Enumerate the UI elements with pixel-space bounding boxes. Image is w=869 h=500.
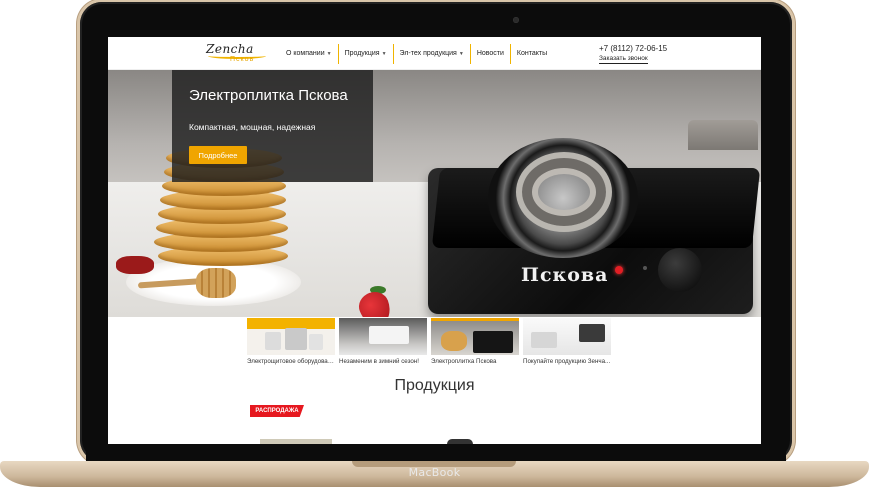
laptop-mockup: MacBook Zencha Псков О компании ▼ Продукц… (0, 0, 869, 500)
hero-caption: Электроплитка Пскова Компактная, мощная,… (172, 70, 373, 182)
honey-dipper-image (196, 268, 236, 298)
thumbnail-3[interactable]: Электроплитка Пскова (431, 318, 519, 368)
coil-icon (516, 152, 612, 232)
thumbnail-label: Электрощитовое оборудован... (247, 358, 335, 365)
thumbnail-label: Незаменим в зимний сезон! (339, 358, 419, 365)
thumbnail-image (339, 318, 427, 355)
logo-subtext: Псков (230, 56, 255, 63)
thumbnail-image (431, 318, 519, 355)
sale-badge: РАСПРОДАЖА (250, 405, 304, 417)
site-logo[interactable]: Zencha Псков (206, 42, 270, 66)
thumbnail-label: Электроплитка Пскова (431, 358, 497, 365)
thumbnail-2[interactable]: Незаменим в зимний сезон! (339, 318, 427, 368)
product-card-peek[interactable] (260, 439, 332, 444)
hero-subtitle: Компактная, мощная, надежная (189, 122, 316, 132)
nav-item-contacts[interactable]: Контакты (509, 43, 553, 64)
screen: Zencha Псков О компании ▼ Продукция ▼ Эл-т… (108, 37, 761, 444)
knob-icon (658, 248, 702, 292)
indicator-dot (643, 266, 647, 270)
nav-item-about[interactable]: О компании ▼ (280, 44, 338, 64)
camera-icon (513, 17, 519, 23)
slider-thumbnails: Электрощитовое оборудован... Незаменим в… (247, 318, 611, 368)
device-label: MacBook (408, 466, 461, 479)
products-heading: Продукция (394, 377, 475, 394)
thumbnail-image (247, 318, 335, 355)
nav-item-news[interactable]: Новости (469, 43, 510, 64)
chevron-down-icon: ▼ (381, 50, 387, 57)
power-led-icon (615, 266, 623, 274)
more-button[interactable]: Подробнее (189, 146, 247, 164)
thumbnail-1[interactable]: Электрощитовое оборудован... (247, 318, 335, 368)
phone-number[interactable]: +7 (8112) 72-06-15 (599, 44, 667, 53)
callback-link[interactable]: Заказать звонок (599, 55, 648, 64)
stove-brand-text: Пскова (521, 264, 609, 286)
thumbnail-label: Покупайте продукцию Зенча... (523, 358, 611, 365)
thumbnail-4[interactable]: Покупайте продукцию Зенча... (523, 318, 611, 368)
main-nav: О компании ▼ Продукция ▼ Эл-тех продукция ▼… (280, 37, 553, 70)
chevron-down-icon: ▼ (458, 50, 464, 57)
hero-title: Электроплитка Пскова (189, 87, 348, 104)
product-card-peek[interactable] (447, 439, 473, 444)
site-header: Zencha Псков О компании ▼ Продукция ▼ Эл-т… (108, 37, 761, 70)
stove-image: Пскова (428, 138, 761, 314)
chevron-down-icon: ▼ (326, 50, 332, 57)
nav-item-products[interactable]: Продукция ▼ (337, 43, 393, 64)
berries-image (116, 256, 154, 274)
thumbnail-image (523, 318, 611, 355)
nav-item-electrotech[interactable]: Эл-тех продукция ▼ (392, 43, 470, 64)
